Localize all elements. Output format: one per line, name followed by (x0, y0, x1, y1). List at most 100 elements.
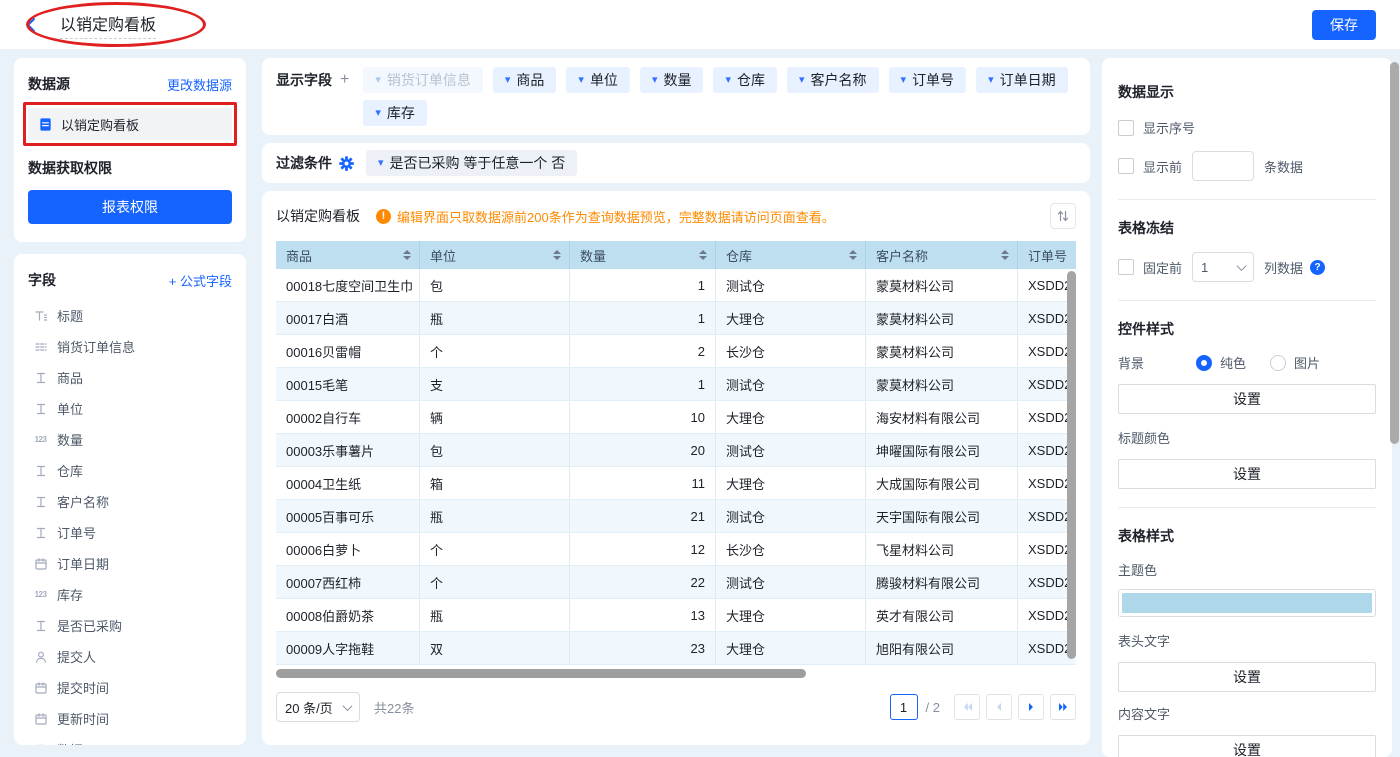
field-item-label: 订单号 (57, 523, 96, 542)
display-field-chip[interactable]: ▾销货订单信息 (363, 67, 483, 93)
last-page-button[interactable] (1050, 694, 1076, 720)
field-item[interactable]: 单位 (28, 393, 232, 424)
sort-carets-icon[interactable] (403, 250, 411, 260)
chevron-down-icon: ▾ (578, 75, 584, 86)
table-freeze-title: 表格冻结 (1118, 218, 1376, 238)
table-cell: 个 (420, 533, 570, 565)
freeze-count-select[interactable]: 1 (1192, 252, 1254, 282)
text-field-icon (33, 618, 48, 633)
field-item-label: 客户名称 (57, 492, 109, 511)
table-cell: 1 (570, 269, 716, 301)
gear-icon[interactable] (339, 156, 354, 171)
column-header[interactable]: 单位 (420, 241, 570, 269)
text-field-icon (33, 525, 48, 540)
chevron-down-icon: ▾ (375, 108, 381, 119)
save-button[interactable]: 保存 (1312, 10, 1376, 40)
page-title[interactable]: 以销定购看板 (60, 11, 156, 39)
left-sidebar: 数据源 更改数据源 以销定购看板 数据获取权限 报表权限 字段 + 公式字段 标… (14, 58, 246, 745)
filter-condition-chip[interactable]: ▾ 是否已采购 等于任意一个 否 (366, 150, 577, 176)
display-field-chip[interactable]: ▾单位 (566, 67, 630, 93)
field-item[interactable]: 123库存 (28, 579, 232, 610)
report-permission-button[interactable]: 报表权限 (28, 190, 232, 224)
divider (1118, 300, 1376, 301)
text-field-icon (33, 370, 48, 385)
column-header[interactable]: 商品 (276, 241, 420, 269)
scrollbar-thumb[interactable] (276, 669, 806, 678)
chevron-down-icon: ▾ (375, 75, 381, 86)
field-item-label: 数量 (57, 430, 83, 449)
settings-sidebar: 数据显示 显示序号 显示前 条数据 表格冻结 固定前 1 列数据 ? 控件样式 … (1102, 58, 1392, 757)
solid-color-radio[interactable] (1196, 355, 1212, 371)
title-color-set-button[interactable]: 设置 (1118, 459, 1376, 489)
field-item[interactable]: 客户名称 (28, 486, 232, 517)
page-size-select[interactable]: 20 条/页 (276, 692, 360, 722)
sort-carets-icon[interactable] (849, 250, 857, 260)
theme-color-picker[interactable] (1118, 589, 1376, 617)
text-field-icon (33, 463, 48, 478)
column-header[interactable]: 仓库 (716, 241, 866, 269)
field-item[interactable]: 提交时间 (28, 672, 232, 703)
number-field-icon: 123 (33, 587, 48, 602)
field-item[interactable]: 更新时间 (28, 703, 232, 734)
display-field-chip[interactable]: ▾订单日期 (976, 67, 1068, 93)
display-field-chip[interactable]: ▾数量 (640, 67, 704, 93)
divider (1118, 507, 1376, 508)
show-index-checkbox[interactable] (1118, 120, 1134, 136)
sort-carets-icon[interactable] (553, 250, 561, 260)
table-row: 00007西红柿个22测试仓腾骏材料有限公司XSDD20 (276, 566, 1076, 599)
current-page-box[interactable]: 1 (890, 694, 918, 720)
show-first-input[interactable] (1192, 151, 1254, 181)
datasource-panel: 数据源 更改数据源 以销定购看板 数据获取权限 报表权限 (14, 58, 246, 242)
display-field-chip[interactable]: ▾商品 (493, 67, 557, 93)
show-first-checkbox[interactable] (1118, 158, 1134, 174)
field-item[interactable]: 仓库 (28, 455, 232, 486)
sort-order-button[interactable] (1050, 203, 1076, 229)
add-display-field-button[interactable]: + (340, 67, 349, 93)
table-cell: 旭阳有限公司 (866, 632, 1018, 664)
chip-label: 数量 (663, 70, 691, 90)
table-row: 00002自行车辆10大理仓海安材料有限公司XSDD20 (276, 401, 1076, 434)
freeze-columns-checkbox[interactable] (1118, 259, 1134, 275)
table-row: 00006白萝卜个12长沙仓飞星材料公司XSDD20 (276, 533, 1076, 566)
table-cell: 蒙莫材料公司 (866, 368, 1018, 400)
help-icon[interactable]: ? (1310, 260, 1325, 275)
field-item[interactable]: 销货订单信息 (28, 331, 232, 362)
table-row: 00003乐事薯片包20测试仓坤曜国际有限公司XSDD20 (276, 434, 1076, 467)
next-page-button[interactable] (1018, 694, 1044, 720)
field-item[interactable]: 订单号 (28, 517, 232, 548)
field-item[interactable]: 订单日期 (28, 548, 232, 579)
bg-set-button[interactable]: 设置 (1118, 384, 1376, 414)
column-header[interactable]: 订单号 (1018, 241, 1076, 269)
add-formula-field-link[interactable]: + 公式字段 (169, 271, 232, 290)
page-scrollbar[interactable] (1390, 62, 1399, 444)
change-datasource-link[interactable]: 更改数据源 (167, 75, 232, 94)
display-field-chip[interactable]: ▾仓库 (713, 67, 777, 93)
date-field-icon (33, 556, 48, 571)
field-item[interactable]: 商品 (28, 362, 232, 393)
table-cell: 00006白萝卜 (276, 533, 420, 565)
image-radio[interactable] (1270, 355, 1286, 371)
back-icon[interactable] (24, 16, 42, 34)
column-header[interactable]: 数量 (570, 241, 716, 269)
display-field-chip[interactable]: ▾客户名称 (787, 67, 879, 93)
table-cell: 腾骏材料有限公司 (866, 566, 1018, 598)
field-item[interactable]: 123数量 (28, 424, 232, 455)
field-list: 标题销货订单信息商品单位123数量仓库客户名称订单号订单日期123库存是否已采购… (28, 300, 232, 745)
display-field-chip[interactable]: ▾订单号 (889, 67, 967, 93)
field-item-label: 数据ID (57, 740, 96, 745)
display-field-chip[interactable]: ▾库存 (363, 100, 427, 126)
field-item-label: 单位 (57, 399, 83, 418)
sort-carets-icon[interactable] (699, 250, 707, 260)
table-vertical-scrollbar[interactable] (1067, 271, 1076, 659)
content-text-set-button[interactable]: 设置 (1118, 735, 1376, 757)
header-text-set-button[interactable]: 设置 (1118, 662, 1376, 692)
field-item[interactable]: 数据ID (28, 734, 232, 745)
datasource-item[interactable]: 以销定购看板 (28, 108, 232, 140)
field-item[interactable]: 是否已采购 (28, 610, 232, 641)
field-item[interactable]: 提交人 (28, 641, 232, 672)
column-header[interactable]: 客户名称 (866, 241, 1018, 269)
field-item[interactable]: 标题 (28, 300, 232, 331)
table-cell: 瓶 (420, 599, 570, 631)
sort-carets-icon[interactable] (1001, 250, 1009, 260)
table-horizontal-scrollbar[interactable] (276, 669, 1076, 678)
